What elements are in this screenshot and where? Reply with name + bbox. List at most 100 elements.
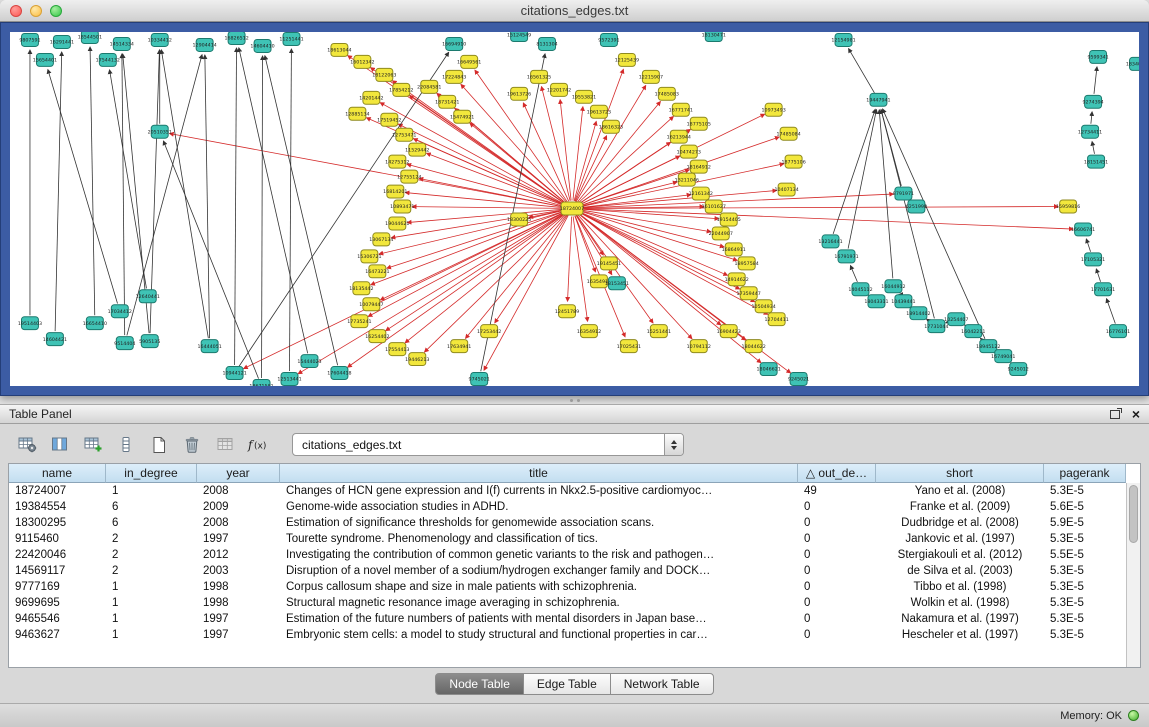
graph-node[interactable]: 19613726 [507, 87, 531, 100]
table-row[interactable]: 1872400712008Changes of HCN gene express… [9, 483, 1126, 499]
graph-node[interactable]: 5905135 [139, 335, 160, 348]
graph-node[interactable]: 18300225 [507, 213, 531, 226]
new-table-button[interactable] [146, 434, 172, 456]
column-header[interactable]: in_degree [106, 464, 197, 483]
table-selector-dropdown[interactable]: citations_edges.txt [292, 433, 684, 456]
graph-node[interactable]: 15474921 [450, 110, 474, 123]
graph-node[interactable]: 17025431 [617, 340, 641, 353]
graph-node[interactable]: 14604410 [250, 39, 274, 52]
graph-node[interactable]: 17701631 [1091, 283, 1115, 296]
graph-node[interactable]: 10407134 [774, 183, 798, 196]
graph-node[interactable]: 9572391 [598, 33, 619, 46]
graph-node[interactable]: 19154405 [717, 213, 741, 226]
column-header[interactable]: title [280, 464, 798, 483]
graph-node[interactable]: 18775105 [687, 117, 711, 130]
graph-node[interactable]: 11251441 [279, 32, 303, 45]
graph-node[interactable]: 22044907 [709, 227, 733, 240]
graph-node[interactable]: 16254402 [365, 330, 389, 343]
graph-node[interactable]: 10079447 [359, 298, 383, 311]
graph-node[interactable]: 17224843 [442, 70, 466, 83]
graph-node[interactable]: 17735241 [347, 315, 371, 328]
graph-node[interactable]: 9245012 [1008, 363, 1029, 376]
graph-node[interactable]: 13216441 [818, 235, 842, 248]
graph-node[interactable]: 12513441 [277, 373, 301, 386]
graph-node[interactable]: 18130471 [702, 32, 726, 41]
graph-node[interactable]: 11529442 [405, 143, 429, 156]
graph-node[interactable]: 12904414 [193, 38, 217, 51]
table-row[interactable]: 946554611997Estimation of the future num… [9, 611, 1126, 627]
graph-node[interactable]: 10334412 [148, 33, 172, 46]
tab-network-table[interactable]: Network Table [610, 673, 714, 695]
graph-node[interactable]: 17485084 [776, 127, 800, 140]
graph-node[interactable]: 10474273 [677, 145, 701, 158]
graph-node[interactable]: 17544132 [96, 53, 120, 66]
graph-node[interactable]: 17554413 [385, 343, 409, 356]
graph-node[interactable]: 16354912 [577, 325, 601, 338]
graph-node[interactable]: 14045112 [848, 283, 872, 296]
graph-node[interactable]: 12161342 [689, 187, 713, 200]
graph-node[interactable]: 18957584 [735, 257, 759, 270]
graph-node[interactable]: 9514404 [114, 337, 135, 350]
graph-node[interactable]: 16864911 [722, 243, 746, 256]
import-table-button[interactable] [212, 434, 238, 456]
graph-node[interactable]: 12201742 [547, 83, 571, 96]
graph-node[interactable]: 16561325 [527, 70, 551, 83]
column-header[interactable]: year [197, 464, 280, 483]
graph-node[interactable]: 18046621 [757, 363, 781, 376]
graph-node[interactable]: 12215907 [639, 70, 663, 83]
graph-node[interactable]: 17485083 [655, 87, 679, 100]
graph-node[interactable]: 16044912 [881, 280, 905, 293]
graph-node[interactable]: 17854212 [389, 83, 413, 96]
graph-node[interactable]: 16791971 [834, 250, 858, 263]
graph-node[interactable]: 10504934 [752, 300, 776, 313]
graph-node[interactable]: 15306721 [357, 250, 381, 263]
graph-node[interactable]: 17253442 [477, 325, 501, 338]
graph-node[interactable]: 12885134 [345, 107, 369, 120]
graph-node[interactable]: 19613723 [587, 105, 611, 118]
graph-node[interactable]: 16694910 [442, 37, 466, 50]
graph-node[interactable]: 17604418 [327, 367, 351, 380]
graph-node[interactable]: 16814201 [383, 185, 407, 198]
graph-node[interactable]: 18151451 [1084, 155, 1108, 168]
tab-node-table[interactable]: Node Table [435, 673, 524, 695]
graph-node[interactable]: 17634941 [447, 340, 471, 353]
table-row[interactable]: 1456911722003Disruption of a novel membe… [9, 563, 1126, 579]
graph-node[interactable]: 18164912 [687, 160, 711, 173]
graph-node[interactable]: 14201442 [359, 91, 383, 104]
graph-node[interactable]: 12704411 [765, 313, 789, 326]
graph-node[interactable]: 10973493 [762, 103, 786, 116]
table-row[interactable]: 946362711997Embryonic stem cells: a mode… [9, 627, 1126, 643]
graph-node[interactable]: 17034412 [108, 305, 132, 318]
table-row[interactable]: 1938455462009Genome-wide association stu… [9, 499, 1126, 515]
graph-node[interactable]: 9245021 [788, 373, 809, 386]
column-header[interactable]: pagerank [1044, 464, 1126, 483]
graph-node[interactable]: 17519452 [377, 113, 401, 126]
graph-node[interactable]: 16213944 [667, 130, 691, 143]
table-scrollbar[interactable] [1126, 483, 1140, 667]
graph-node[interactable]: 16649561 [457, 55, 481, 68]
graph-node[interactable]: 16904423 [717, 325, 741, 338]
graph-node[interactable]: 12125439 [615, 53, 639, 66]
column-header[interactable]: △ out_de… [798, 464, 876, 483]
graph-node[interactable]: 16776101 [1106, 325, 1130, 338]
graph-node[interactable]: 18544501 [78, 32, 102, 43]
table-row[interactable]: 1830029562008Estimation of significance … [9, 515, 1126, 531]
table-mode-button[interactable] [14, 434, 40, 456]
delete-table-button[interactable] [179, 434, 205, 456]
graph-node[interactable]: 20510351 [148, 125, 172, 138]
graph-node[interactable]: 12734411 [1078, 125, 1102, 138]
graph-node[interactable]: 18775106 [781, 155, 805, 168]
graph-node[interactable]: 15654401 [33, 53, 57, 66]
graph-node[interactable]: 17105321 [1081, 253, 1105, 266]
graph-node[interactable]: 16291441 [50, 35, 74, 48]
graph-node[interactable]: 19447941 [866, 93, 890, 106]
graph-node[interactable]: 16654410 [83, 317, 107, 330]
graph-node[interactable]: 10794112 [687, 340, 711, 353]
graph-node[interactable]: 10254407 [944, 313, 968, 326]
table-row[interactable]: 969969511998Structural magnetic resonanc… [9, 595, 1126, 611]
graph-node[interactable]: 18122063 [372, 68, 396, 81]
graph-node[interactable]: 16101627 [702, 200, 726, 213]
graph-node[interactable]: 12154981 [831, 33, 855, 46]
graph-node[interactable]: 18613044 [327, 43, 351, 56]
graph-node[interactable]: 8131304 [536, 37, 557, 50]
